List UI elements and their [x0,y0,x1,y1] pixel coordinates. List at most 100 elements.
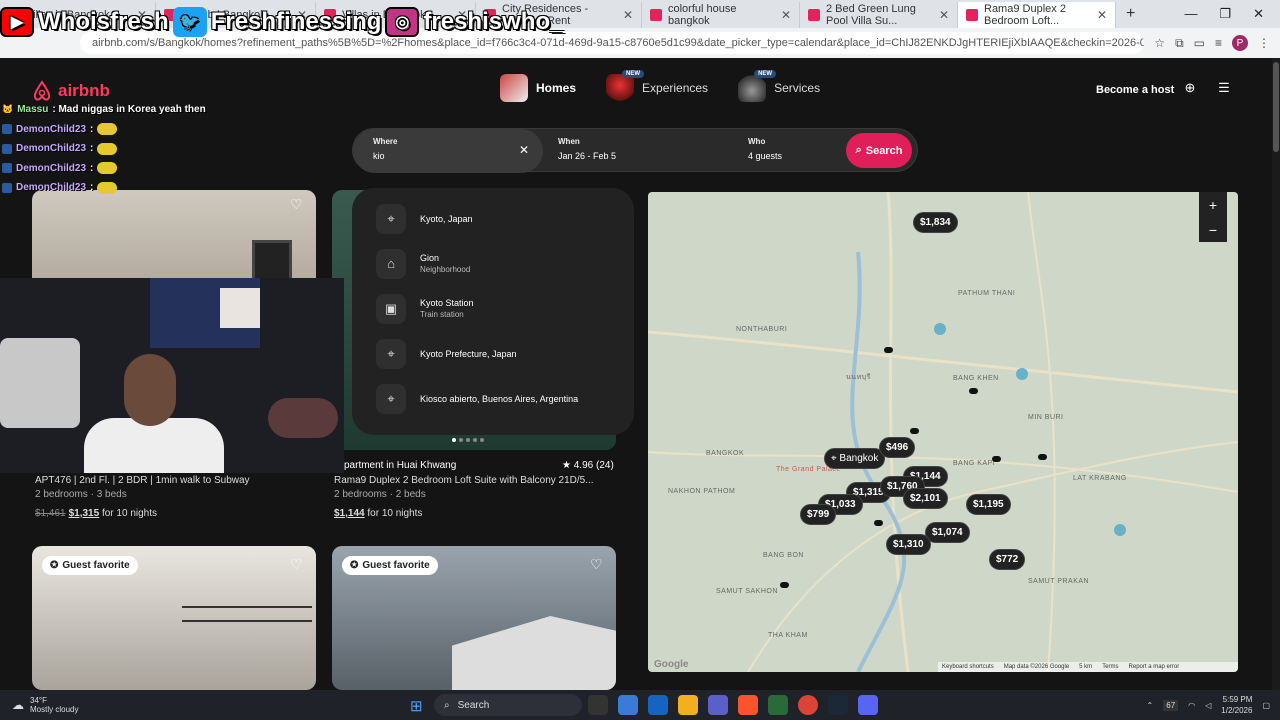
where-input[interactable]: kio [373,151,523,161]
map-label: BANG BON [763,552,804,559]
listing-photo[interactable]: ✪ Guest favorite ♡ [32,546,316,690]
windows-start-icon[interactable]: ⊞ [410,697,423,715]
app-icon[interactable] [768,695,788,715]
map-unpriced-marker[interactable] [910,428,919,434]
chat-user: DemonChild23 [16,162,87,174]
nav-homes[interactable]: Homes [500,74,576,102]
copilot-icon[interactable] [618,695,638,715]
taskbar-search[interactable]: ⌕ Search [434,694,582,716]
chat-user: Massu [17,104,49,116]
new-tab-button[interactable]: + [1116,5,1145,23]
media-icon[interactable]: ≡ [1215,36,1222,50]
poster [220,288,260,328]
streamer-webcam [0,278,344,473]
map-unpriced-marker[interactable] [884,347,893,353]
minimize-button[interactable]: — [1184,6,1197,22]
map-price-marker[interactable]: $799 [800,504,837,525]
map-price-marker[interactable]: $2,101 [903,488,948,509]
map-price-marker[interactable]: $1,074 [925,522,970,543]
bookmark-star-icon[interactable]: ☆ [1154,36,1165,50]
profile-avatar[interactable]: P [1232,35,1248,51]
nav-services[interactable]: NEW Services [738,70,820,102]
map-price-marker[interactable]: $1,195 [966,494,1011,515]
search-button[interactable]: ⌕ Search [846,133,912,168]
map-unpriced-marker[interactable] [1038,454,1047,460]
guest-favorite-badge: ✪ Guest favorite [342,556,438,575]
listing-title[interactable]: APT476 | 2nd Fl. | 2 BDR | 1min walk to … [35,475,250,486]
zoom-out-button[interactable]: − [1209,222,1217,238]
listing-title[interactable]: Rama9 Duplex 2 Bedroom Loft Suite with B… [334,475,594,486]
store-icon[interactable] [648,695,668,715]
tab-close-icon[interactable]: ✕ [1097,8,1107,22]
tray-badge[interactable]: 67 [1163,699,1179,711]
where-field[interactable]: Where kio ✕ [353,129,543,173]
browser-tab[interactable]: 2 Bed Green Lung Pool Villa Su... ✕ [800,2,958,28]
map-unpriced-marker[interactable] [874,520,883,526]
listing-photo[interactable]: ✪ Guest favorite ♡ [332,546,616,690]
search-results-map[interactable]: PATHUM THANI NONTHABURI นนทบุรี BANG KHE… [648,192,1238,672]
chat-text: : [90,162,94,174]
extensions-icon[interactable]: ⧉ [1175,36,1184,51]
tab-close-icon[interactable]: ✕ [939,8,949,22]
tab-close-icon[interactable]: ✕ [781,8,791,22]
listing-current-price[interactable]: $1,315 [69,508,100,519]
search-button-label: Search [865,144,903,157]
become-host-link[interactable]: Become a host [1096,84,1174,96]
map-price-marker[interactable]: $1,834 [913,212,958,233]
nav-experiences[interactable]: NEW Experiences [606,70,708,102]
scrollbar-thumb[interactable] [1273,62,1279,152]
close-window-button[interactable]: ✕ [1253,6,1264,22]
browser-tab-active[interactable]: Rama9 Duplex 2 Bedroom Loft... ✕ [958,2,1116,28]
map-footer: Keyboard shortcuts Map data ©2026 Google… [938,662,1238,672]
notifications-icon[interactable]: ▢ [1262,701,1270,710]
streamer-face [124,354,176,426]
heart-icon[interactable]: ♡ [290,556,303,573]
zoom-in-button[interactable]: + [1209,197,1217,213]
pin-icon: ⌖ [376,383,406,414]
teams-icon[interactable] [708,695,728,715]
tab-close-icon[interactable]: ✕ [623,8,633,22]
file-explorer-icon[interactable] [678,695,698,715]
map-price-marker[interactable]: $496 [879,437,916,458]
tray-overflow-icon[interactable]: ⌃ [1147,701,1154,710]
page-scrollbar[interactable] [1272,58,1280,690]
listing-current-price[interactable]: $1,144 [334,508,365,519]
suggestion-item[interactable]: ⌖ Kyoto Prefecture, Japan [352,331,634,376]
clock[interactable]: 5:59 PM 1/2/2026 [1221,694,1252,716]
heart-icon[interactable]: ♡ [290,196,303,213]
hamburger-menu-icon[interactable]: ☰ [1215,80,1233,98]
wifi-icon[interactable]: ◠ [1188,701,1195,710]
brave-icon[interactable] [738,695,758,715]
suggestion-item[interactable]: ⌂ Gion Neighborhood [352,241,634,286]
weather-widget[interactable]: ☁ 34°F Mostly cloudy [0,696,78,714]
suggestion-item[interactable]: ▣ Kyoto Station Train station [352,286,634,331]
suggestion-item[interactable]: ⌖ Kiosco abierto, Buenos Aires, Argentina [352,376,634,421]
steam-icon[interactable] [828,695,848,715]
browser-menu-icon[interactable]: ⋮ [1258,36,1270,50]
who-field[interactable]: Who 4 guests [748,137,782,161]
map-unpriced-marker[interactable] [992,456,1001,462]
clear-icon[interactable]: ✕ [519,143,529,157]
map-unpriced-marker[interactable] [780,582,789,588]
keyboard-shortcuts-link[interactable]: Keyboard shortcuts [942,664,994,670]
when-field[interactable]: When Jan 26 - Feb 5 [558,137,616,161]
browser-tab[interactable]: colorful house bangkok ✕ [642,2,800,28]
globe-icon[interactable]: ⊕ [1181,80,1199,98]
map-price-marker[interactable]: $1,310 [886,534,931,555]
report-map-error-link[interactable]: Report a map error [1129,664,1180,670]
service-bell-icon [738,74,767,102]
volume-icon[interactable]: ◁ [1205,701,1211,710]
task-view-icon[interactable] [588,695,608,715]
cast-icon[interactable]: ▭ [1194,36,1205,50]
maximize-button[interactable]: ❐ [1219,6,1231,22]
heart-icon[interactable]: ♡ [590,556,603,573]
airbnb-logo[interactable]: airbnb [32,80,110,102]
map-location-pin[interactable]: ⌖ Bangkok [824,448,886,469]
map-unpriced-marker[interactable] [969,388,978,394]
chrome-icon[interactable] [798,695,818,715]
discord-icon[interactable] [858,695,878,715]
map-price-marker[interactable]: $772 [989,549,1026,570]
suggestion-item[interactable]: ⌖ Kyoto, Japan [352,196,634,241]
overlay-youtube: ▶ Whoisfresh [0,7,169,37]
terms-link[interactable]: Terms [1102,664,1118,670]
